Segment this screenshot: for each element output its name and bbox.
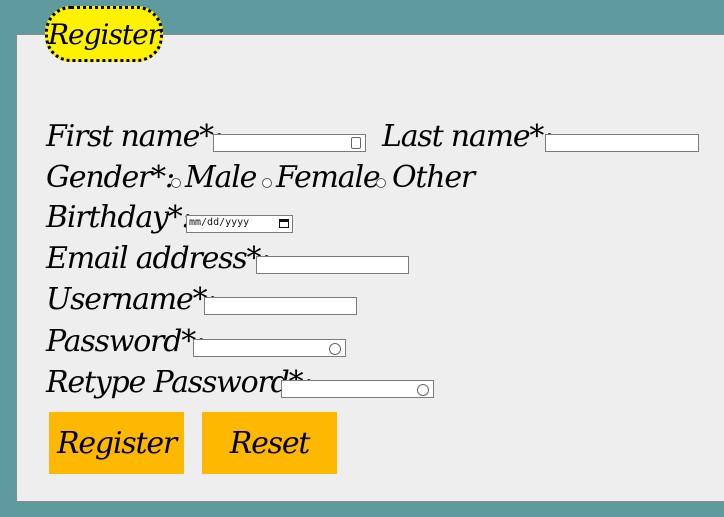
gender-male-radio[interactable] <box>171 178 181 188</box>
username-input[interactable] <box>204 297 357 315</box>
username-label: Username*: <box>46 282 216 317</box>
gender-other-label: Other <box>392 160 475 195</box>
register-button[interactable]: Register <box>49 412 184 474</box>
birthday-label: Birthday*: <box>46 200 192 235</box>
contact-card-icon <box>351 137 361 149</box>
form-legend: Register <box>45 6 163 62</box>
birthday-date-input[interactable]: mm/dd/yyyy <box>186 215 293 233</box>
email-label: Email address*: <box>46 241 270 276</box>
password-label: Password*: <box>46 324 205 359</box>
email-input[interactable] <box>256 256 409 274</box>
gender-other-radio[interactable] <box>376 178 386 188</box>
gender-female-radio[interactable] <box>262 178 272 188</box>
retype-password-label: Retype Password*: <box>46 365 313 400</box>
last-name-input[interactable] <box>545 134 699 152</box>
reset-button[interactable]: Reset <box>202 412 337 474</box>
last-name-label: Last name*: <box>382 119 553 154</box>
birthday-placeholder: mm/dd/yyyy <box>189 217 250 228</box>
gender-female-label: Female <box>276 160 381 195</box>
key-icon <box>329 343 341 355</box>
retype-password-input[interactable] <box>281 380 434 398</box>
password-input[interactable] <box>193 339 346 357</box>
first-name-input[interactable] <box>213 134 366 152</box>
calendar-icon[interactable] <box>279 219 289 228</box>
gender-male-label: Male <box>185 160 257 195</box>
first-name-label: First name*: <box>46 119 223 154</box>
gender-label: Gender*: <box>46 160 175 195</box>
key-icon <box>417 384 429 396</box>
